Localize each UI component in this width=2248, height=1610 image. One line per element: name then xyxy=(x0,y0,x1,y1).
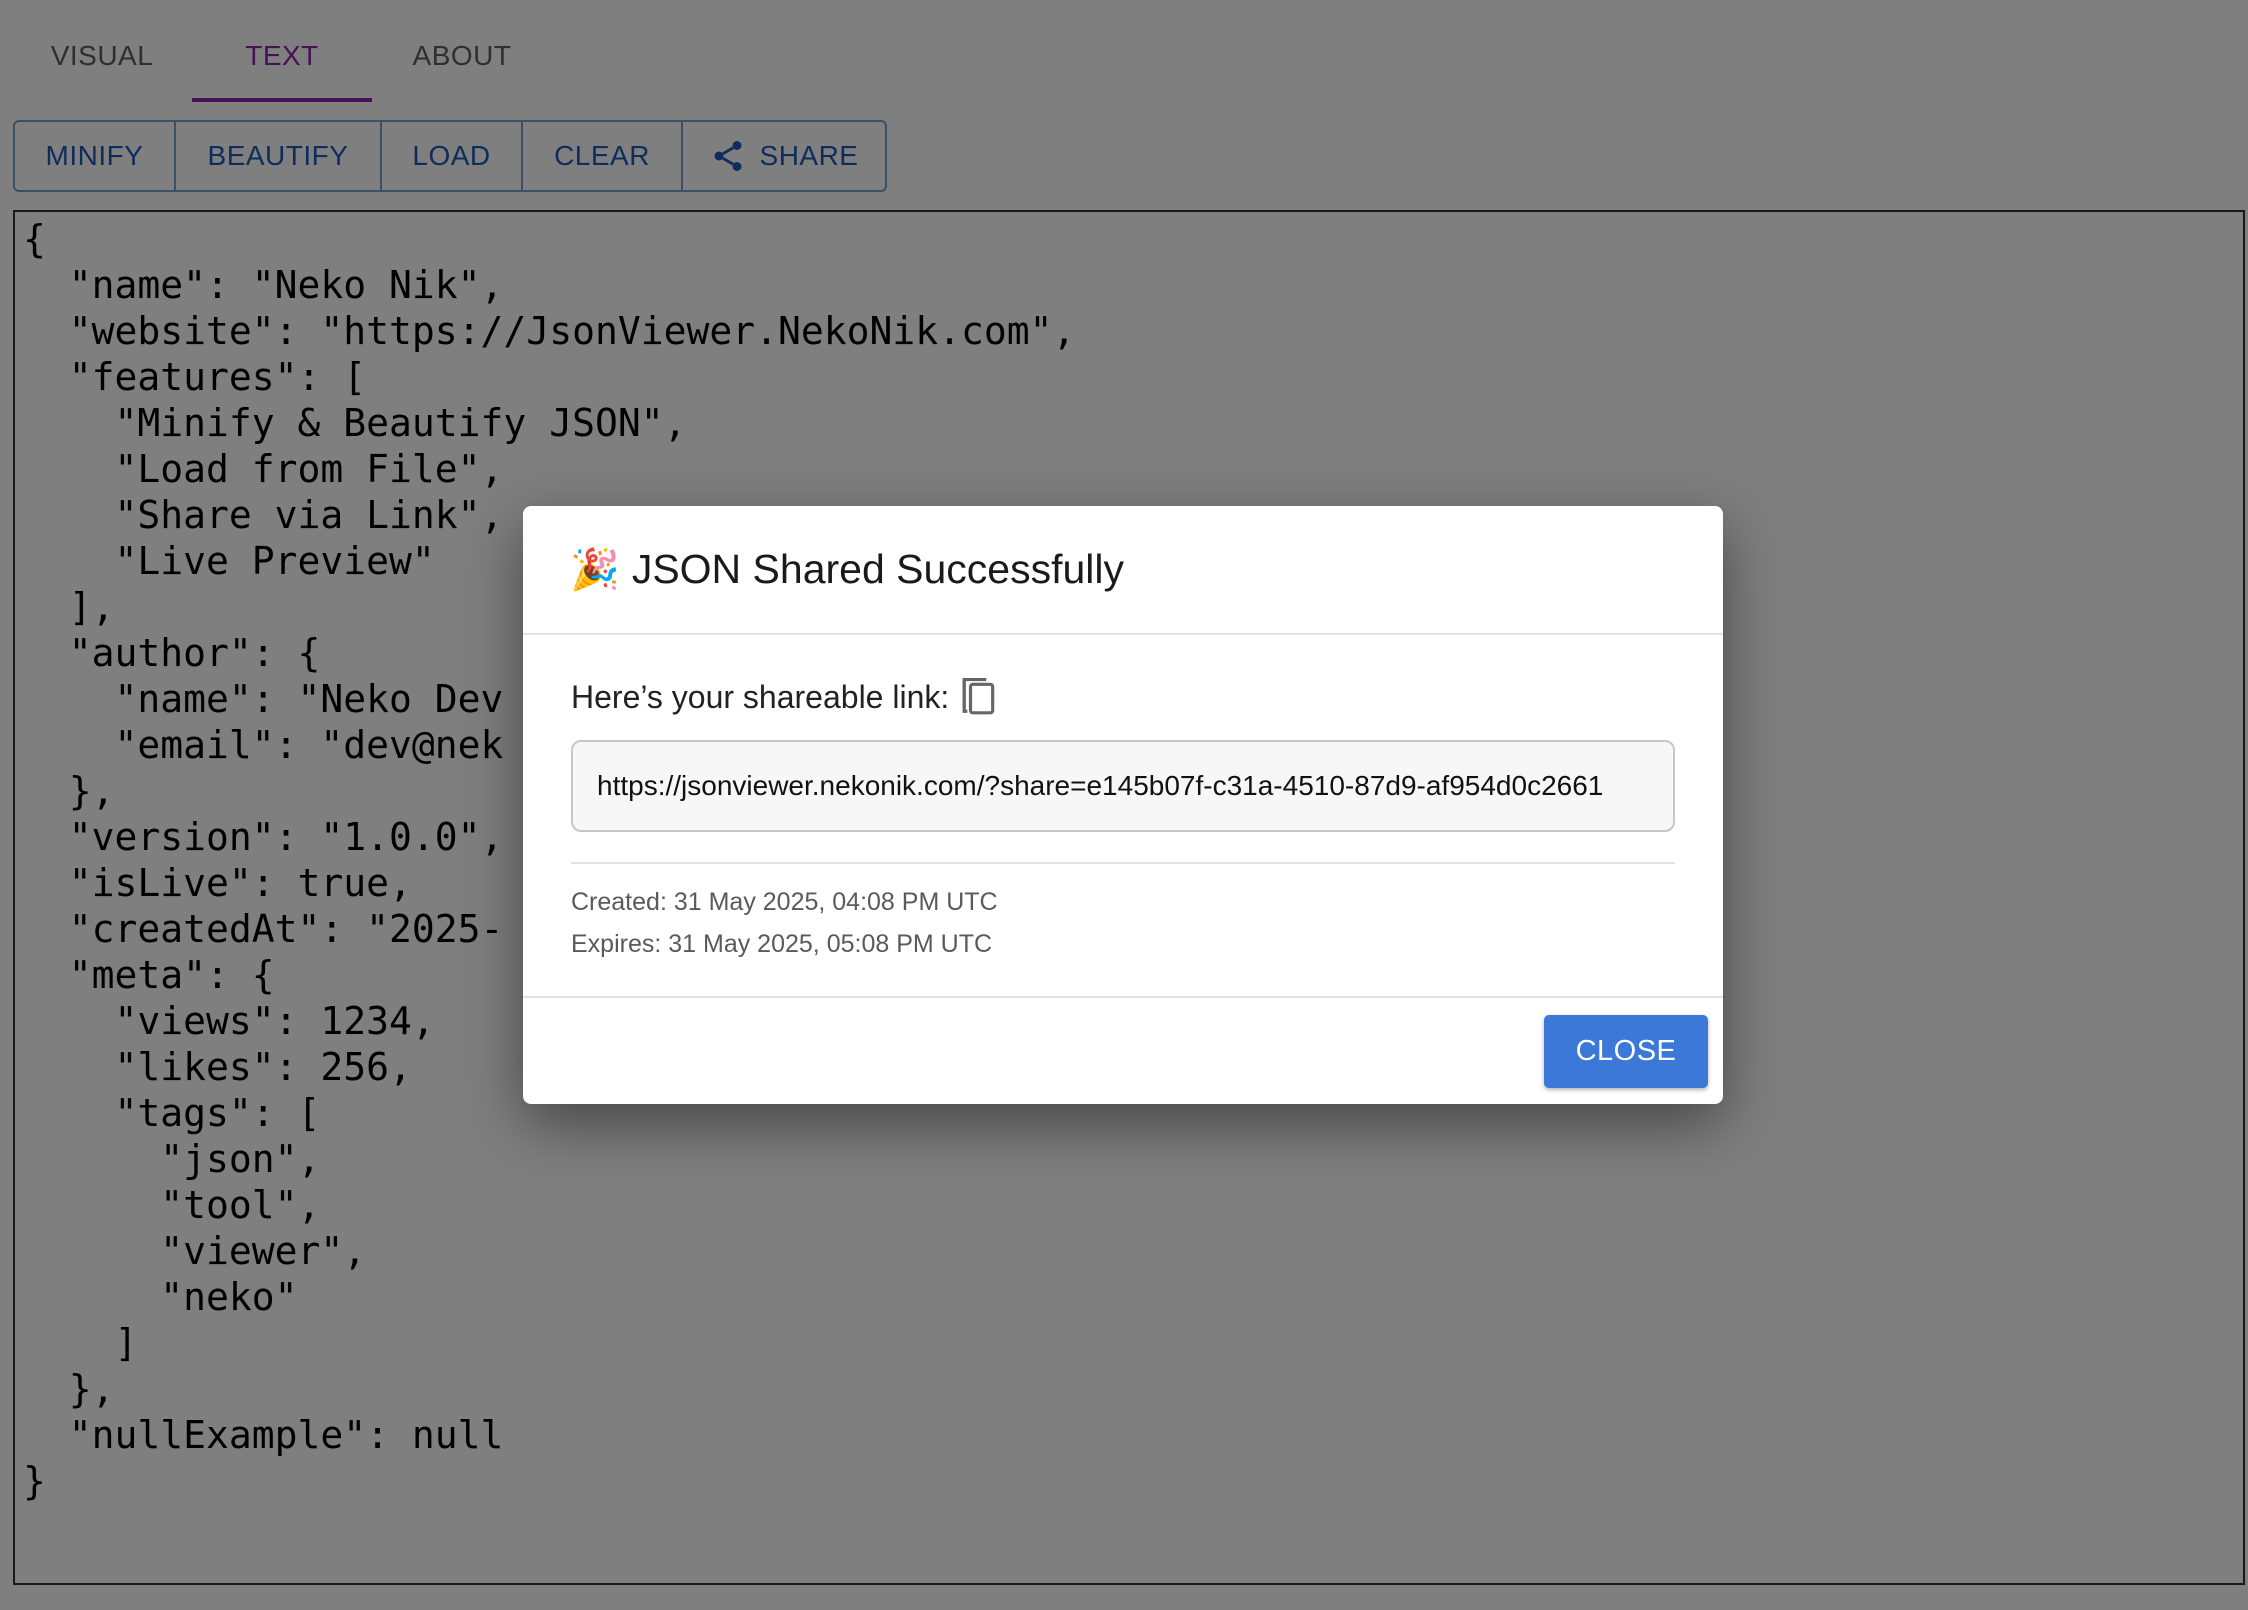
expires-timestamp: Expires: 31 May 2025, 05:08 PM UTC xyxy=(571,930,993,958)
dialog-header-divider xyxy=(523,633,1723,635)
dialog-title: 🎉 JSON Shared Successfully xyxy=(570,546,1124,593)
shareable-link-label-text: Here’s your shareable link: xyxy=(571,678,950,715)
shareable-link-label: Here’s your shareable link: xyxy=(571,676,999,718)
link-meta-divider xyxy=(571,862,1675,864)
created-timestamp: Created: 31 May 2025, 04:08 PM UTC xyxy=(571,888,998,916)
copy-icon[interactable] xyxy=(961,676,999,718)
dialog-footer-divider xyxy=(523,996,1723,998)
dialog-title-text: JSON Shared Successfully xyxy=(631,546,1125,592)
close-button[interactable]: CLOSE xyxy=(1544,1015,1708,1088)
shareable-link-field[interactable] xyxy=(571,740,1675,832)
party-popper-icon: 🎉 xyxy=(570,548,620,592)
share-success-dialog: 🎉 JSON Shared Successfully Here’s your s… xyxy=(523,506,1723,1104)
